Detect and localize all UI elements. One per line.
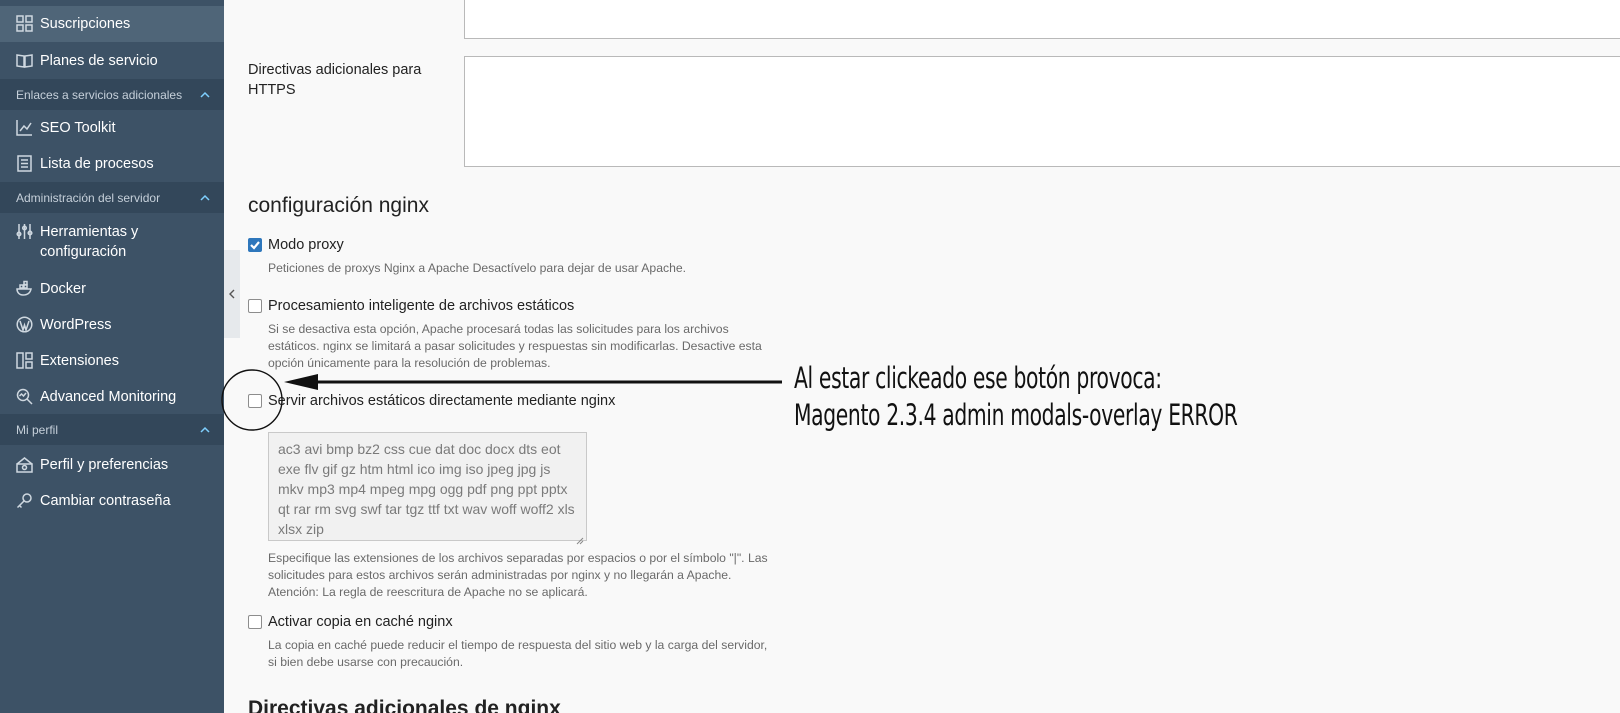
chevron-left-icon bbox=[229, 289, 235, 299]
sidebar-collapse-handle[interactable] bbox=[224, 250, 240, 338]
arrowhead-icon bbox=[284, 374, 318, 390]
sidebar-section-administracion[interactable]: Administración del servidor bbox=[0, 182, 224, 213]
proxy-mode-hint: Peticiones de proxys Nginx a Apache Desa… bbox=[268, 261, 687, 275]
nginx-cache-label[interactable]: Activar copia en caché nginx bbox=[268, 612, 453, 632]
sidebar-section-perfil[interactable]: Mi perfil bbox=[0, 414, 224, 445]
serve-static-nginx-checkbox[interactable] bbox=[248, 394, 262, 408]
chart-icon bbox=[16, 119, 33, 136]
list-icon bbox=[16, 155, 33, 172]
sidebar-item-label: Advanced Monitoring bbox=[40, 389, 177, 405]
annotation-text: Al estar clickeado ese botón provoca: Ma… bbox=[794, 360, 1238, 434]
additional-directives-http-textarea[interactable] bbox=[464, 0, 1620, 39]
serve-static-nginx-hint: Especifique las extensiones de los archi… bbox=[268, 551, 768, 599]
sidebar-item-label: Docker bbox=[40, 281, 86, 297]
annotation-line-1: Al estar clickeado ese botón provoca: bbox=[794, 361, 1162, 395]
docker-icon bbox=[16, 280, 33, 297]
sidebar-section-enlaces[interactable]: Enlaces a servicios adicionales bbox=[0, 79, 224, 110]
static-extensions-value: ac3 avi bmp bz2 css cue dat doc docx dts… bbox=[278, 441, 575, 537]
sliders-icon bbox=[16, 223, 33, 240]
sidebar-item-herramientas[interactable]: Herramientas y configuración bbox=[0, 222, 210, 262]
smart-static-processing-label[interactable]: Procesamiento inteligente de archivos es… bbox=[268, 296, 574, 316]
book-icon bbox=[16, 52, 33, 69]
sidebar-item-suscripciones[interactable]: Suscripciones bbox=[0, 6, 224, 42]
proxy-mode-checkbox[interactable] bbox=[248, 238, 262, 252]
nginx-directives-title: Directivas adicionales de nginx bbox=[248, 697, 561, 713]
grid-icon bbox=[16, 15, 33, 32]
chevron-up-icon bbox=[200, 89, 210, 99]
extensions-icon bbox=[16, 352, 33, 369]
sidebar-item-procesos[interactable]: Lista de procesos bbox=[0, 154, 224, 174]
sidebar-item-wordpress[interactable]: WordPress bbox=[0, 315, 224, 335]
monitoring-icon bbox=[16, 388, 33, 405]
nginx-section-title: configuración nginx bbox=[248, 194, 429, 217]
proxy-mode-label[interactable]: Modo proxy bbox=[268, 235, 344, 255]
sidebar-item-seo-toolkit[interactable]: SEO Toolkit bbox=[0, 118, 224, 138]
resize-grip-icon[interactable] bbox=[576, 530, 584, 545]
checkmark-icon bbox=[250, 241, 260, 250]
sidebar-item-label: Extensiones bbox=[40, 353, 119, 369]
key-icon bbox=[16, 492, 33, 509]
smart-static-processing-hint: Si se desactiva esta opción, Apache proc… bbox=[268, 322, 762, 370]
sidebar-item-perfil[interactable]: Perfil y preferencias bbox=[0, 455, 224, 475]
chevron-up-icon bbox=[200, 424, 210, 434]
profile-icon bbox=[16, 456, 33, 473]
sidebar-item-extensiones[interactable]: Extensiones bbox=[0, 351, 224, 371]
sidebar-item-label: WordPress bbox=[40, 317, 112, 333]
nginx-cache-checkbox[interactable] bbox=[248, 615, 262, 629]
annotation-line-2: Magento 2.3.4 admin modals-overlay ERROR bbox=[794, 398, 1238, 432]
static-extensions-textarea[interactable]: ac3 avi bmp bz2 css cue dat doc docx dts… bbox=[268, 432, 587, 545]
sidebar-section-label: Enlaces a servicios adicionales bbox=[16, 87, 183, 102]
sidebar-item-docker[interactable]: Docker bbox=[0, 279, 224, 299]
sidebar-item-label: Herramientas y configuración bbox=[40, 224, 139, 260]
https-directives-label: Directivas adicionales para HTTPS bbox=[248, 62, 422, 98]
smart-static-processing-checkbox[interactable] bbox=[248, 299, 262, 313]
sidebar-section-label: Administración del servidor bbox=[16, 190, 161, 205]
sidebar-section-label: Mi perfil bbox=[16, 422, 59, 437]
wordpress-icon bbox=[16, 316, 33, 333]
sidebar-item-monitoring[interactable]: Advanced Monitoring bbox=[0, 387, 224, 407]
sidebar-item-contrasena[interactable]: Cambiar contraseña bbox=[0, 491, 224, 511]
sidebar-item-label: Planes de servicio bbox=[40, 53, 158, 69]
sidebar-item-label: Lista de procesos bbox=[40, 156, 154, 172]
sidebar-item-label: SEO Toolkit bbox=[40, 120, 116, 136]
chevron-up-icon bbox=[200, 192, 210, 202]
nginx-cache-hint: La copia en caché puede reducir el tiemp… bbox=[268, 638, 768, 669]
sidebar-item-label: Perfil y preferencias bbox=[40, 457, 169, 473]
sidebar-item-label: Cambiar contraseña bbox=[40, 493, 171, 509]
sidebar-item-label: Suscripciones bbox=[40, 16, 131, 32]
sidebar: Suscripciones Planes de servicio Enlaces… bbox=[0, 0, 224, 713]
serve-static-nginx-label[interactable]: Servir archivos estáticos directamente m… bbox=[268, 391, 615, 411]
additional-directives-https-textarea[interactable] bbox=[464, 56, 1620, 167]
